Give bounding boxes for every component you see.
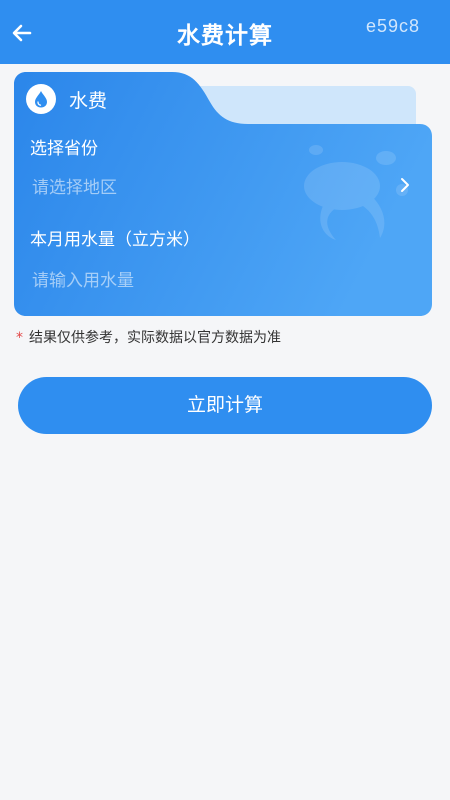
water-usage-input[interactable]: 请输入用水量: [14, 260, 432, 294]
required-asterisk: *: [16, 330, 23, 346]
province-label: 选择省份: [30, 139, 98, 159]
water-usage-label: 本月用水量（立方米）: [30, 230, 200, 250]
disclaimer-note: * 结果仅供参考，实际数据以官方数据为准: [16, 327, 281, 347]
calculate-button[interactable]: 立即计算: [18, 377, 432, 434]
province-placeholder: 请选择地区: [32, 178, 117, 198]
header-bar: 水费计算 e59c8: [0, 0, 450, 64]
water-fee-card: 水费 选择省份 请选择地区 本月用水量（立方米） 请输入用水量: [14, 72, 432, 316]
tab-water-fee: 水费: [69, 90, 108, 112]
province-select[interactable]: 请选择地区: [14, 168, 432, 202]
water-drop-icon: [35, 91, 47, 108]
disclaimer-text: 结果仅供参考，实际数据以官方数据为准: [29, 330, 281, 346]
chevron-right-icon: [401, 178, 409, 192]
watermark-text: e59c8: [365, 16, 420, 36]
water-usage-placeholder: 请输入用水量: [32, 271, 134, 291]
water-drop-badge: [26, 84, 56, 114]
